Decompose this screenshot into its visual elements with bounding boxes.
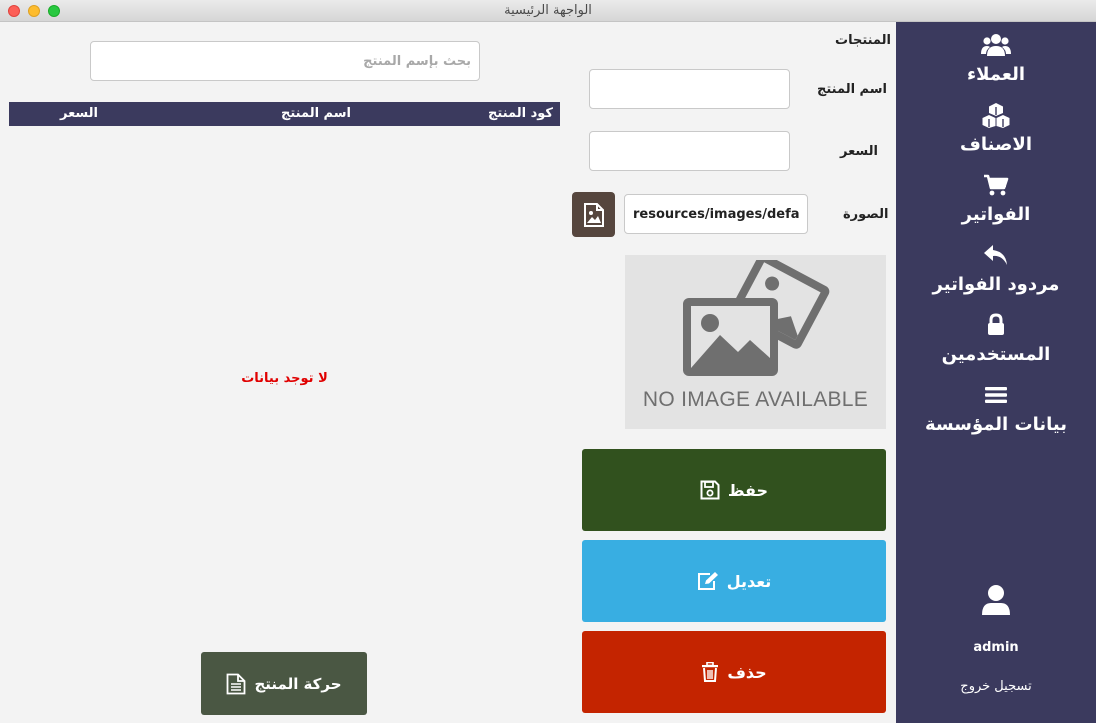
- image-file-icon: [583, 202, 604, 227]
- product-movement-label: حركة المنتج: [254, 674, 342, 693]
- sidebar-item-label: الاصناف: [960, 134, 1032, 155]
- lock-icon: [896, 312, 1096, 338]
- delete-button-label: حذف: [727, 662, 767, 682]
- product-name-label: اسم المنتج: [817, 82, 887, 97]
- cart-icon: [896, 172, 1096, 198]
- no-image-text: NO IMAGE AVAILABLE: [642, 388, 869, 411]
- window-titlebar: الواجهة الرئيسية: [0, 0, 1096, 22]
- trash-icon: [702, 662, 719, 682]
- sidebar: العملاء الاصناف الفواتير مردود الفواتير …: [896, 22, 1096, 723]
- products-table-header: كود المنتج اسم المنتج السعر: [9, 102, 560, 126]
- delete-button[interactable]: حذف: [582, 631, 886, 713]
- save-icon: [700, 480, 720, 500]
- sidebar-item-invoice-returns[interactable]: مردود الفواتير: [896, 238, 1096, 302]
- save-button-label: حفظ: [727, 480, 769, 500]
- cubes-icon: [896, 102, 1096, 128]
- sidebar-item-customers[interactable]: العملاء: [896, 28, 1096, 92]
- choose-image-button[interactable]: [572, 192, 615, 237]
- product-image-preview: NO IMAGE AVAILABLE: [625, 255, 886, 429]
- no-image-placeholder-icon: [683, 260, 830, 376]
- table-empty-message: لا توجد بيانات: [241, 371, 328, 386]
- sidebar-item-label: المستخدمين: [941, 344, 1051, 365]
- product-name-field[interactable]: [589, 69, 790, 109]
- sidebar-item-users[interactable]: المستخدمين: [896, 308, 1096, 372]
- user-name: admin: [973, 640, 1019, 655]
- product-name-input[interactable]: [590, 70, 789, 108]
- section-title: المنتجات: [835, 33, 891, 48]
- sidebar-item-invoices[interactable]: الفواتير: [896, 168, 1096, 232]
- sidebar-item-label: بيانات المؤسسة: [925, 414, 1067, 435]
- user-icon: [896, 584, 1096, 616]
- sidebar-item-label: الفواتير: [961, 204, 1031, 225]
- save-button[interactable]: حفظ: [582, 449, 886, 531]
- sidebar-item-organization-data[interactable]: بيانات المؤسسة: [896, 378, 1096, 442]
- reply-icon: [896, 242, 1096, 268]
- users-icon: [896, 32, 1096, 58]
- image-label: الصورة: [843, 207, 889, 222]
- edit-icon: [697, 572, 718, 590]
- sidebar-item-label: العملاء: [966, 64, 1026, 85]
- product-search-input[interactable]: [91, 42, 479, 80]
- edit-button[interactable]: تعديل: [582, 540, 886, 622]
- window-title: الواجهة الرئيسية: [504, 3, 592, 18]
- product-search-field[interactable]: [90, 41, 480, 81]
- image-path-input[interactable]: [625, 195, 807, 233]
- column-header-product-code[interactable]: كود المنتج: [488, 106, 553, 121]
- sidebar-item-categories[interactable]: الاصناف: [896, 98, 1096, 162]
- column-header-price[interactable]: السعر: [60, 106, 98, 121]
- logout-link[interactable]: تسجيل خروج: [896, 679, 1096, 694]
- bars-icon: [896, 382, 1096, 408]
- sidebar-item-label: مردود الفواتير: [932, 274, 1060, 295]
- price-input[interactable]: [590, 132, 789, 170]
- image-path-field[interactable]: [624, 194, 808, 234]
- price-field[interactable]: [589, 131, 790, 171]
- price-label: السعر: [840, 144, 878, 159]
- document-icon: [227, 673, 246, 694]
- column-header-product-name[interactable]: اسم المنتج: [281, 106, 351, 121]
- edit-button-label: تعديل: [726, 571, 772, 591]
- product-movement-button[interactable]: حركة المنتج: [201, 652, 367, 715]
